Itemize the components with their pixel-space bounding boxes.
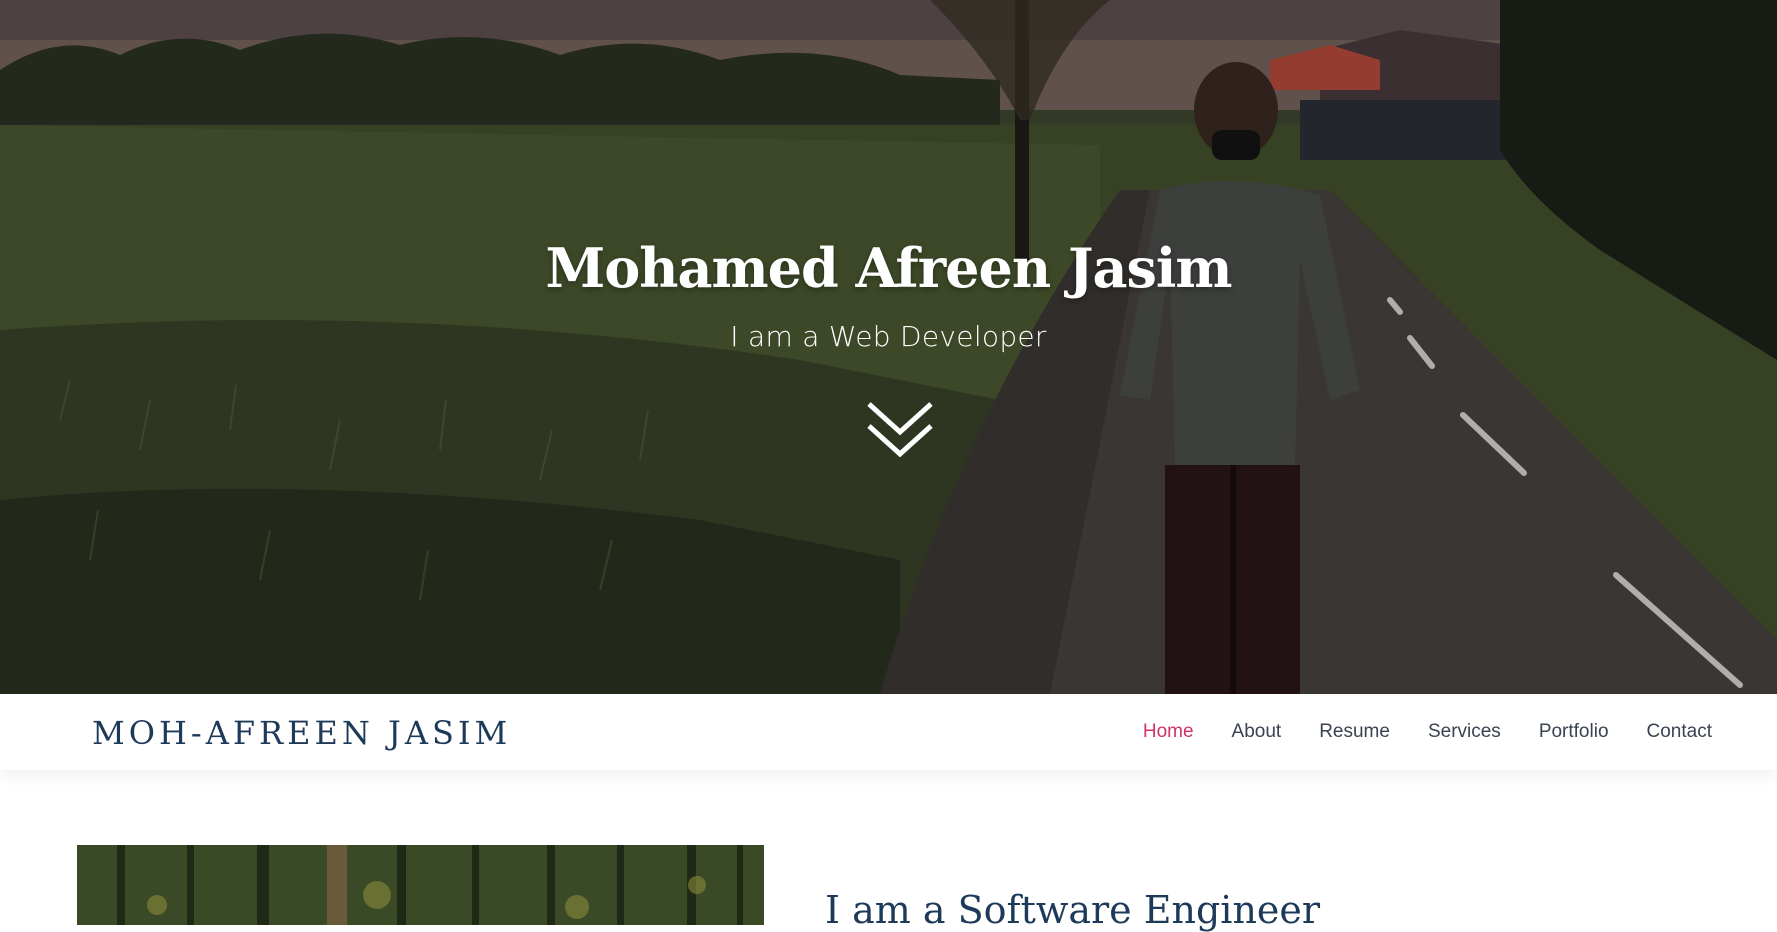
about-photo (77, 845, 764, 925)
palm-trees-image (77, 845, 764, 925)
nav-link-about[interactable]: About (1232, 721, 1282, 743)
nav-link-resume[interactable]: Resume (1319, 721, 1390, 743)
nav-links: Home About Resume Services Portfolio Con… (1143, 694, 1712, 770)
hero-subtitle: I am a Web Developer (730, 320, 1047, 353)
hero-section: Mohamed Afreen Jasim I am a Web Develope… (0, 0, 1777, 694)
nav-link-contact[interactable]: Contact (1647, 721, 1712, 743)
scroll-down-button[interactable] (865, 398, 935, 462)
double-chevron-down-icon (867, 402, 933, 458)
about-section: I am a Software Engineer (0, 770, 1777, 932)
about-heading: I am a Software Engineer (825, 888, 1321, 932)
nav-link-services[interactable]: Services (1428, 721, 1501, 743)
brand-logo[interactable]: Moh-Afreen Jasim (92, 714, 511, 752)
hero-title: Mohamed Afreen Jasim (545, 236, 1232, 300)
nav-link-portfolio[interactable]: Portfolio (1539, 721, 1609, 743)
navbar: Moh-Afreen Jasim Home About Resume Servi… (0, 694, 1777, 770)
nav-link-home[interactable]: Home (1143, 721, 1194, 743)
